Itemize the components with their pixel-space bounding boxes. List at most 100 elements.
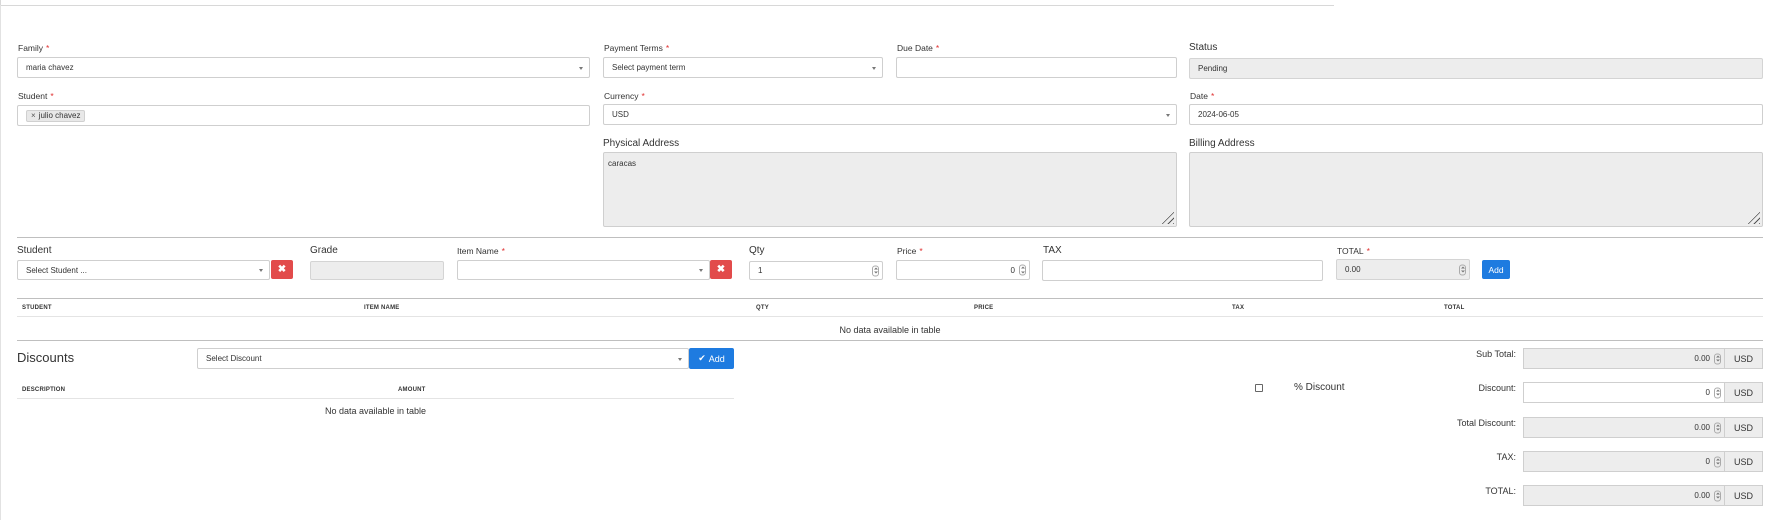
tax-input[interactable]	[1042, 260, 1323, 281]
currency-label: Currency *	[604, 91, 645, 101]
chevron-down-icon	[579, 66, 583, 70]
tax-label: TAX	[1043, 245, 1062, 256]
clear-student-button[interactable]: ✖	[271, 260, 293, 279]
discount-table-empty: No data available in table	[324, 406, 427, 416]
chevron-down-icon	[678, 357, 682, 361]
column-header-qty: QTY	[756, 305, 769, 311]
student-multiselect[interactable]: × julio chavez	[17, 105, 590, 126]
line-student-placeholder: Select Student ...	[26, 265, 87, 275]
family-select[interactable]: maria chavez	[17, 57, 590, 78]
close-icon[interactable]: ×	[31, 111, 36, 120]
sub-total-field: 0.00	[1523, 348, 1725, 369]
resize-handle-icon[interactable]	[1160, 210, 1174, 224]
summary-total-field: 0.00	[1523, 485, 1725, 506]
chevron-down-icon	[259, 269, 263, 272]
price-input[interactable]: 0	[896, 260, 1030, 280]
item-name-label: Item Name *	[457, 246, 505, 256]
billing-address-textarea[interactable]	[1189, 152, 1763, 227]
total-discount-value: 0.00	[1694, 423, 1710, 432]
date-input[interactable]: 2024-06-05	[1189, 104, 1763, 125]
column-header-amount: AMOUNT	[398, 387, 426, 393]
total-value: 0.00	[1345, 265, 1361, 274]
stepper-icon	[1714, 490, 1721, 501]
percent-discount-label: % Discount	[1294, 382, 1345, 393]
total-discount-label: Total Discount:	[1456, 418, 1516, 428]
line-student-select[interactable]: Select Student ...	[17, 260, 270, 280]
payment-terms-select[interactable]: Select payment term	[603, 57, 883, 78]
discount-label: Discount:	[1478, 383, 1516, 393]
discount-input[interactable]: 0	[1523, 382, 1725, 403]
sub-total-value: 0.00	[1694, 354, 1710, 363]
stepper-icon[interactable]	[1019, 264, 1026, 276]
section-divider	[17, 237, 1763, 238]
payment-terms-placeholder: Select payment term	[612, 63, 686, 72]
student-tag: × julio chavez	[26, 109, 86, 122]
physical-address-label: Physical Address	[603, 138, 680, 149]
student-tag-label: julio chavez	[38, 111, 81, 120]
add-discount-button[interactable]: ✔ Add	[689, 348, 734, 369]
total-discount-currency: USD	[1724, 417, 1763, 438]
qty-value: 1	[758, 266, 763, 275]
discount-table-header-border	[17, 398, 734, 399]
add-line-button[interactable]: Add	[1482, 260, 1510, 279]
add-line-label: Add	[1488, 264, 1504, 275]
item-name-select[interactable]	[457, 260, 710, 280]
qty-label: Qty	[749, 245, 765, 256]
discount-currency: USD	[1724, 382, 1763, 403]
discount-value: 0	[1705, 388, 1710, 397]
items-table-empty: No data available in table	[839, 325, 941, 335]
sub-total-currency: USD	[1724, 348, 1763, 369]
summary-total-currency: USD	[1724, 485, 1763, 506]
summary-tax-label: TAX:	[1496, 452, 1516, 462]
date-label: Date *	[1190, 91, 1215, 101]
grade-field	[310, 261, 444, 280]
check-icon: ✔	[698, 353, 706, 363]
clear-item-button[interactable]: ✖	[710, 260, 732, 279]
payment-terms-label: Payment Terms *	[604, 43, 670, 53]
close-icon: ✖	[277, 264, 287, 275]
section-divider	[17, 340, 1763, 341]
summary-tax-field: 0	[1523, 451, 1725, 472]
summary-total-label: TOTAL:	[1485, 486, 1516, 496]
column-header-price: PRICE	[974, 305, 994, 311]
grade-label: Grade	[310, 245, 338, 256]
chevron-down-icon	[699, 269, 703, 272]
currency-value: USD	[612, 110, 629, 119]
due-date-input[interactable]	[896, 57, 1177, 78]
summary-tax-value: 0	[1705, 457, 1710, 466]
student-label: Student *	[18, 91, 54, 101]
price-value: 0	[1010, 265, 1015, 275]
close-icon: ✖	[716, 264, 726, 275]
stepper-icon	[1714, 456, 1721, 467]
price-label: Price *	[897, 246, 923, 256]
total-field: 0.00	[1336, 259, 1470, 280]
add-discount-label: Add	[708, 353, 725, 364]
date-value: 2024-06-05	[1198, 110, 1239, 119]
column-header-total: TOTAL	[1444, 305, 1465, 311]
currency-select[interactable]: USD	[603, 104, 1177, 125]
stepper-icon	[1714, 422, 1721, 433]
family-value: maria chavez	[26, 63, 74, 72]
items-table-header-border	[17, 316, 1763, 317]
items-table-top-border	[17, 298, 1763, 299]
discount-select[interactable]: Select Discount	[197, 348, 689, 369]
percent-discount-checkbox[interactable]	[1255, 384, 1263, 392]
physical-address-textarea[interactable]: caracas	[603, 152, 1177, 227]
discounts-title: Discounts	[17, 350, 75, 365]
panel-left-border	[0, 5, 1, 520]
chevron-down-icon	[872, 66, 876, 70]
column-header-student: STUDENT	[22, 305, 52, 311]
column-header-description: DESCRIPTION	[22, 387, 66, 393]
total-label: TOTAL *	[1337, 246, 1370, 256]
resize-handle-icon[interactable]	[1746, 210, 1760, 224]
sub-total-label: Sub Total:	[1476, 349, 1516, 359]
family-label: Family *	[18, 43, 50, 53]
status-field: Pending	[1189, 58, 1763, 79]
stepper-icon[interactable]	[1714, 387, 1721, 398]
stepper-icon	[1714, 353, 1721, 364]
stepper-icon[interactable]	[872, 265, 879, 276]
qty-input[interactable]: 1	[749, 261, 883, 280]
tab-border	[0, 5, 1334, 6]
due-date-label: Due Date *	[897, 43, 940, 53]
stepper-icon	[1459, 264, 1466, 275]
